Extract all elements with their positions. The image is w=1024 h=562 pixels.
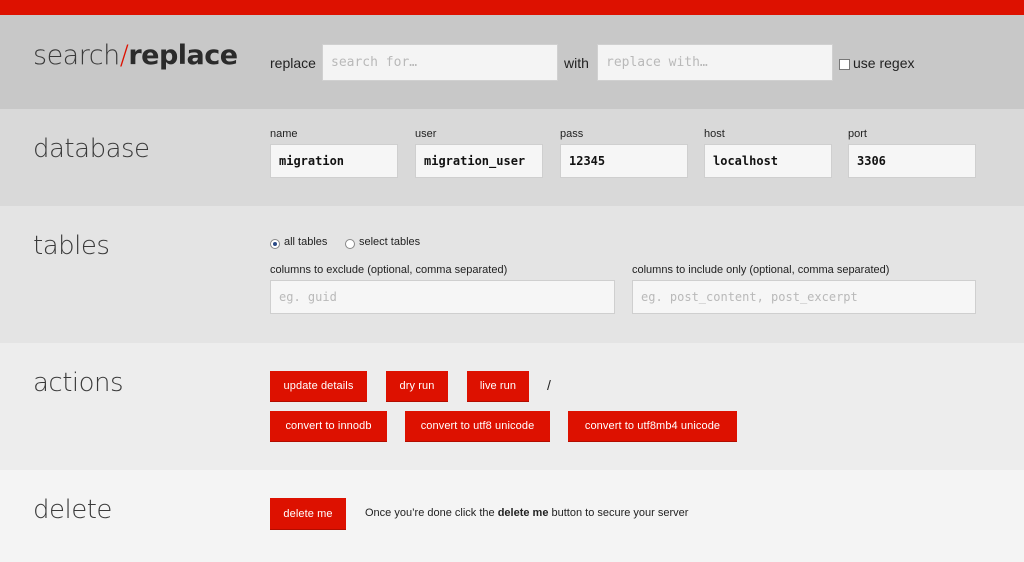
db-pass-label: pass bbox=[560, 128, 584, 140]
select-tables-radio[interactable] bbox=[345, 239, 355, 249]
search-input[interactable] bbox=[322, 44, 558, 81]
actions-section: actions update details dry run live run … bbox=[0, 343, 1024, 470]
select-tables-label: select tables bbox=[359, 236, 421, 248]
include-columns-label: columns to include only (optional, comma… bbox=[632, 264, 890, 276]
tables-section: tables all tables select tables columns … bbox=[0, 206, 1024, 343]
exclude-columns-label: columns to exclude (optional, comma sepa… bbox=[270, 264, 508, 276]
database-section: database name user pass host port bbox=[0, 109, 1024, 206]
db-name-label: name bbox=[270, 128, 298, 140]
db-host-label: host bbox=[704, 128, 725, 140]
delete-section: delete delete me Once you’re done click … bbox=[0, 470, 1024, 562]
convert-innodb-button[interactable]: convert to innodb bbox=[270, 411, 387, 442]
exclude-columns-input[interactable] bbox=[270, 280, 615, 314]
db-name-input[interactable] bbox=[270, 144, 398, 178]
use-regex-label: use regex bbox=[853, 55, 915, 71]
delete-heading: delete bbox=[33, 495, 112, 525]
use-regex-checkbox[interactable] bbox=[839, 59, 850, 70]
db-port-input[interactable] bbox=[848, 144, 976, 178]
app-logo: search/replace bbox=[33, 40, 238, 71]
db-user-input[interactable] bbox=[415, 144, 543, 178]
actions-heading: actions bbox=[33, 368, 124, 398]
logo-search-text: search bbox=[33, 40, 120, 71]
replace-label: replace bbox=[270, 55, 316, 71]
update-details-button[interactable]: update details bbox=[270, 371, 367, 402]
db-port-label: port bbox=[848, 128, 867, 140]
replace-input[interactable] bbox=[597, 44, 833, 81]
delete-me-button[interactable]: delete me bbox=[270, 498, 346, 530]
delete-note: Once you’re done click the delete me but… bbox=[365, 507, 688, 519]
convert-utf8mb4-button[interactable]: convert to utf8mb4 unicode bbox=[568, 411, 737, 442]
convert-utf8-button[interactable]: convert to utf8 unicode bbox=[405, 411, 550, 442]
delete-note-bold: delete me bbox=[497, 507, 549, 519]
search-replace-section: search/replace replace with use regex bbox=[0, 15, 1024, 109]
top-accent-bar bbox=[0, 0, 1024, 15]
include-columns-input[interactable] bbox=[632, 280, 976, 314]
delete-note-after: button to secure your server bbox=[548, 507, 689, 519]
logo-replace-text: replace bbox=[128, 40, 238, 71]
with-label: with bbox=[564, 55, 589, 71]
tables-heading: tables bbox=[33, 231, 110, 261]
all-tables-radio[interactable] bbox=[270, 239, 280, 249]
live-run-button[interactable]: live run bbox=[467, 371, 529, 402]
db-user-label: user bbox=[415, 128, 437, 140]
all-tables-label: all tables bbox=[284, 236, 328, 248]
db-pass-input[interactable] bbox=[560, 144, 688, 178]
dry-run-button[interactable]: dry run bbox=[386, 371, 448, 402]
db-host-input[interactable] bbox=[704, 144, 832, 178]
database-heading: database bbox=[33, 134, 150, 164]
actions-separator: / bbox=[547, 377, 551, 393]
delete-note-before: Once you’re done click the bbox=[365, 507, 498, 519]
